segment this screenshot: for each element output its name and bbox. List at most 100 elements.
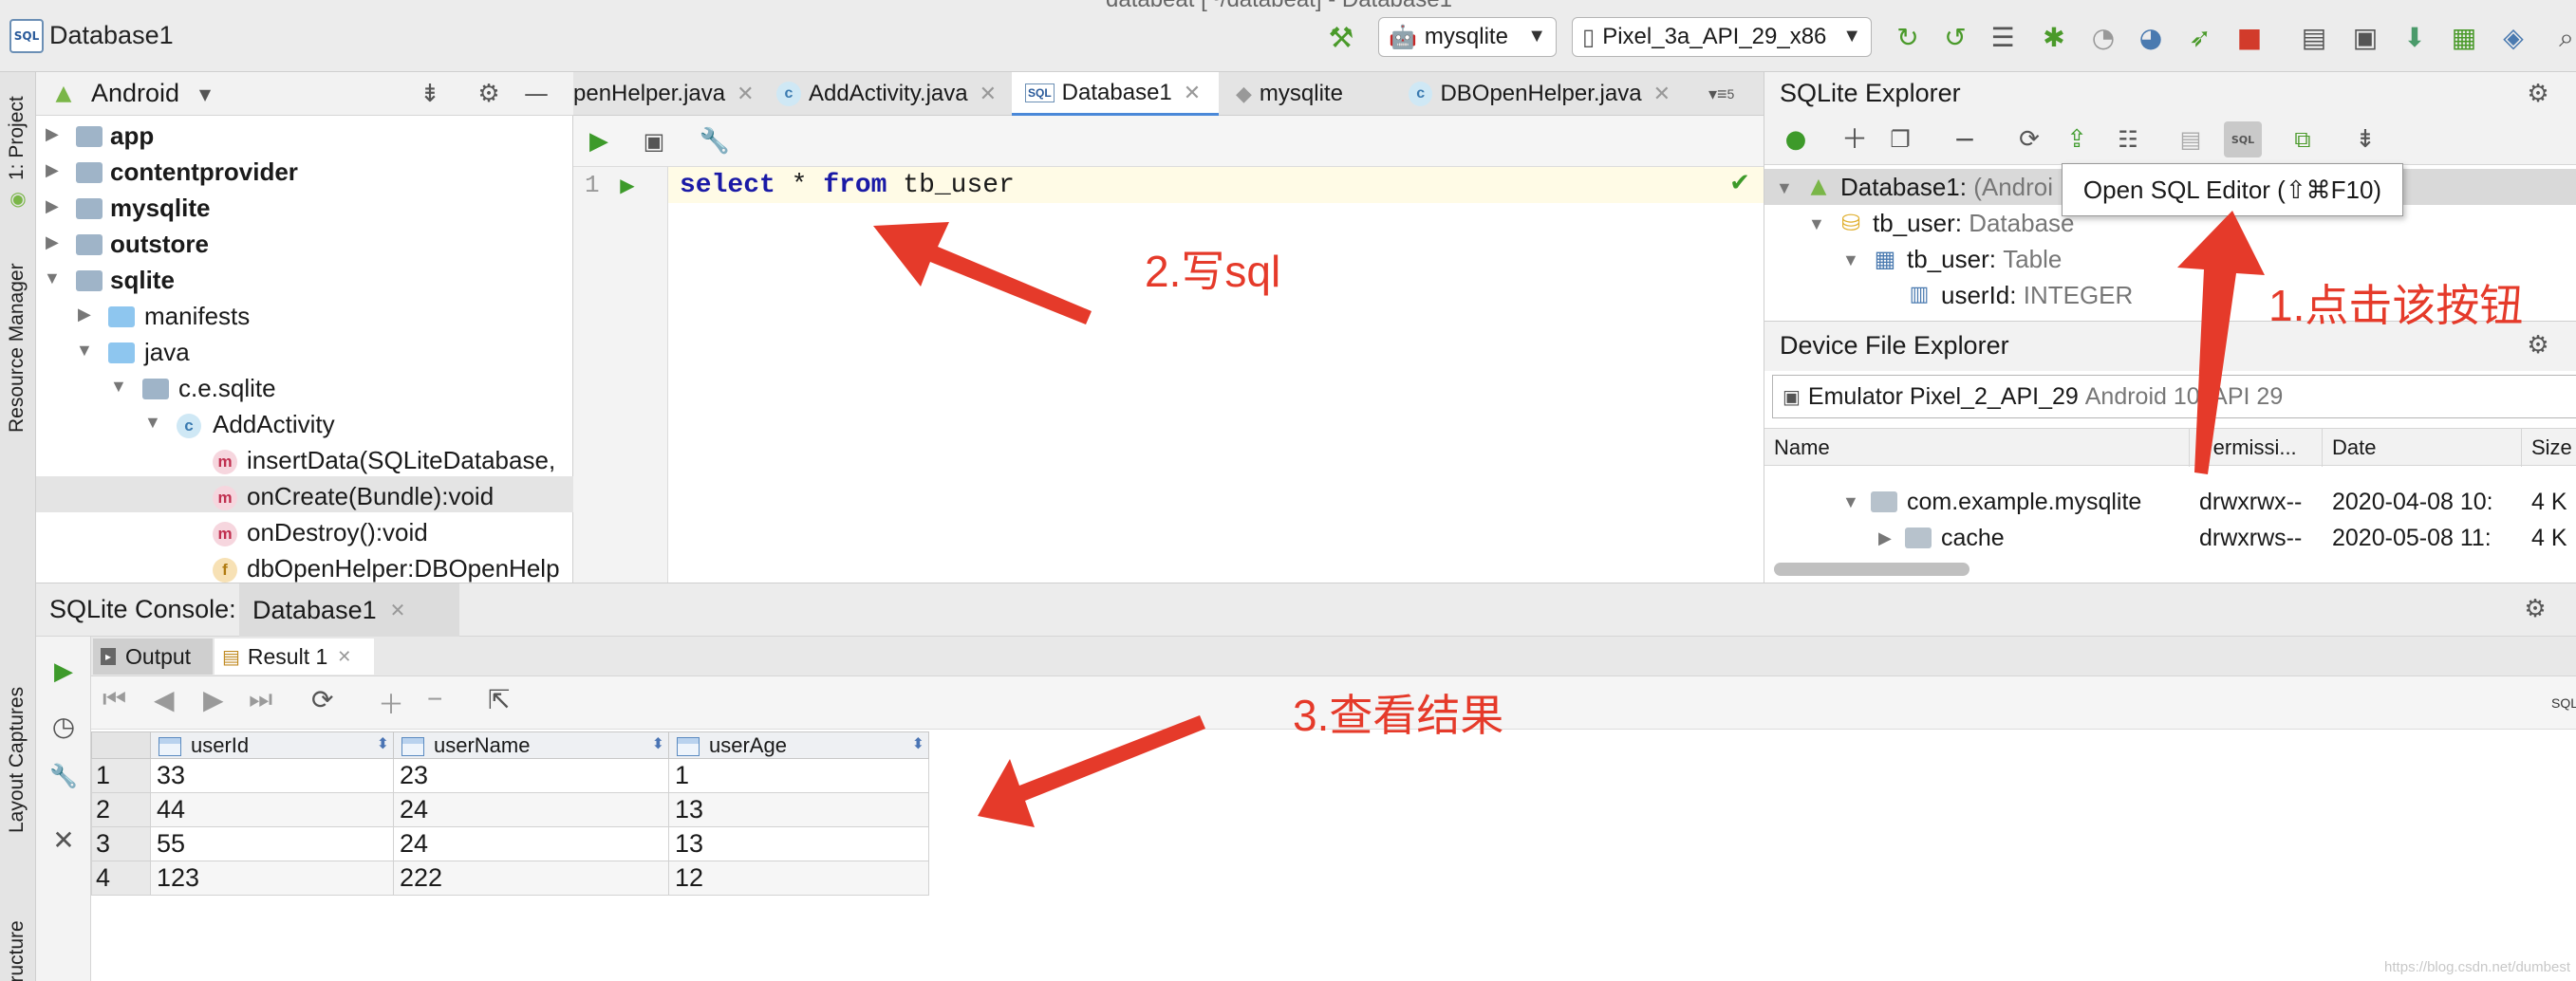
chevron-down-icon[interactable]: ▼ (144, 413, 161, 433)
close-icon[interactable]: ✕ (49, 826, 78, 855)
tree-item-contentprovider[interactable]: contentprovider (110, 154, 298, 190)
close-icon[interactable]: ✕ (337, 647, 351, 667)
refresh-icon[interactable]: ⟳ (2015, 125, 2044, 154)
file-table-row[interactable]: ▼ com.example.mysqlite drwxrwx-- 2020-04… (1764, 485, 2576, 519)
attach-debugger-icon[interactable]: ◔ (2086, 21, 2120, 55)
save-icon[interactable]: ▣ (640, 127, 668, 156)
console-db-tab[interactable]: Database1 ✕ (239, 583, 459, 637)
first-page-icon[interactable]: ⏮ (103, 684, 126, 715)
run-config-select[interactable]: 🤖 mysqlite ▼ (1378, 17, 1557, 57)
close-icon[interactable]: ✕ (390, 599, 406, 622)
apply-changes-icon[interactable]: ↻ (1891, 21, 1925, 55)
column-header-size[interactable]: Size (2522, 429, 2576, 467)
chevron-down-icon[interactable]: ▼ (76, 341, 93, 361)
column-header-userid[interactable]: userId ⬍ (150, 731, 394, 759)
gear-icon[interactable]: ⚙ (2521, 595, 2549, 623)
gear-icon[interactable]: ⚙ (475, 80, 503, 108)
chevron-right-icon[interactable]: ▶ (46, 196, 59, 216)
tab-overflow-menu[interactable]: ▾≡ 5 (1708, 72, 1762, 116)
cell-username[interactable]: 24 (393, 792, 669, 827)
next-page-icon[interactable]: ▶ (203, 684, 224, 715)
sdk-manager-icon[interactable]: ⬇ (2398, 21, 2432, 55)
collapse-all-icon[interactable]: ⇟ (416, 80, 444, 108)
column-header-date[interactable]: Date (2323, 429, 2522, 467)
column-header-username[interactable]: userName ⬍ (393, 731, 669, 759)
cell-userid[interactable]: 33 (150, 758, 394, 793)
project-tool-tab[interactable]: 1: Project (6, 96, 28, 180)
column-header-permissions[interactable]: Permissi... (2190, 429, 2323, 467)
build-hammer-icon[interactable]: ⚒ (1325, 23, 1357, 55)
chevron-down-icon[interactable]: ▼ (1776, 178, 1793, 198)
run-statement-icon[interactable]: ▶ (615, 173, 640, 197)
horizontal-scrollbar[interactable] (1774, 563, 1969, 576)
close-icon[interactable]: ✕ (980, 82, 997, 106)
sort-icon[interactable]: ⬍ (652, 734, 664, 753)
cell-username[interactable]: 24 (393, 826, 669, 861)
cell-userage[interactable]: 1 (668, 758, 929, 793)
device-select[interactable]: ▯ Pixel_3a_API_29_x86 ▼ (1572, 17, 1872, 57)
copy-icon[interactable]: ❐ (1886, 125, 1914, 154)
column-header-userage[interactable]: userAge ⬍ (668, 731, 929, 759)
table-row[interactable]: 4 123 222 12 (91, 861, 929, 896)
tree-item-userid-column[interactable]: userId: INTEGER (1941, 277, 2133, 313)
chevron-right-icon[interactable]: ▶ (46, 232, 59, 252)
search-icon[interactable]: ⌕ (2549, 21, 2576, 55)
cell-userage[interactable]: 13 (668, 792, 929, 827)
export-icon[interactable]: ⇱ (488, 684, 510, 715)
close-icon[interactable]: ✕ (1653, 82, 1671, 106)
tree-item-oncreate[interactable]: onCreate(Bundle):void (247, 478, 494, 514)
file-table-row[interactable]: ▶ cache drwxrws-- 2020-05-08 11: 4 K (1764, 521, 2576, 555)
chevron-down-icon[interactable]: ▼ (196, 85, 215, 104)
table-row[interactable]: 2 44 24 13 (91, 792, 929, 827)
tree-item-manifests[interactable]: manifests (144, 298, 250, 334)
device-manager-icon[interactable]: ▦ (2447, 21, 2481, 55)
coverage-icon[interactable]: ➶ (2183, 21, 2217, 55)
profiler-gauge-icon[interactable]: ◕ (2134, 21, 2168, 55)
chevron-down-icon[interactable]: ▼ (44, 268, 61, 288)
gear-icon[interactable]: ⚙ (2524, 331, 2552, 360)
cell-username[interactable]: 23 (393, 758, 669, 793)
cell-userid[interactable]: 123 (150, 861, 394, 896)
tree-item-app[interactable]: app (110, 118, 154, 154)
chevron-down-icon[interactable]: ▼ (1808, 214, 1825, 234)
add-row-icon[interactable]: ＋ (378, 684, 404, 722)
cell-userid[interactable]: 44 (150, 792, 394, 827)
device-select[interactable]: ▣ Emulator Pixel_2_API_29 Android 10, AP… (1772, 375, 2576, 418)
close-icon[interactable]: ✕ (737, 82, 754, 106)
chevron-right-icon[interactable]: ▶ (46, 160, 59, 180)
tree-item-package[interactable]: c.e.sqlite (178, 370, 276, 406)
cell-userid[interactable]: 55 (150, 826, 394, 861)
collapse-icon[interactable]: ⇟ (2351, 125, 2380, 154)
diagram-icon[interactable]: ⧉ (2288, 125, 2317, 154)
avd-manager-icon[interactable]: ▣ (2348, 21, 2382, 55)
gear-icon[interactable]: ⚙ (2524, 80, 2552, 108)
tree-item-tb-user-table[interactable]: tb_user: Table (1907, 241, 2062, 277)
remove-icon[interactable]: − (1951, 125, 1979, 154)
wrench-icon[interactable]: 🔧 (700, 127, 730, 156)
tree-item-mysqlite[interactable]: mysqlite (110, 190, 211, 226)
tab-dbopenhelper[interactable]: c DBOpenHelper.java ✕ (1395, 72, 1671, 116)
tree-item-dbopenhelper-field[interactable]: dbOpenHelper:DBOpenHelp (247, 550, 560, 586)
run-icon[interactable]: ▶ (49, 657, 78, 686)
tree-item-outstore[interactable]: outstore (110, 226, 209, 262)
close-icon[interactable]: ✕ (1184, 81, 1201, 105)
minimize-icon[interactable]: — (522, 80, 551, 108)
tree-item-database1[interactable]: Database1: (Androi (1840, 169, 2053, 205)
stop-icon[interactable]: ■ (2232, 21, 2267, 55)
run-icon[interactable]: ▶ (585, 127, 613, 156)
wrench-icon[interactable]: 🔧 (49, 762, 78, 790)
chevron-down-icon[interactable]: ▼ (110, 377, 127, 397)
table-row[interactable]: 3 55 24 13 (91, 826, 929, 861)
open-sql-editor-icon[interactable]: SQL (2224, 121, 2262, 157)
chevron-right-icon[interactable]: ▶ (46, 124, 59, 144)
sort-icon[interactable]: ⬍ (912, 734, 924, 753)
chevron-right-icon[interactable]: ▶ (78, 305, 91, 324)
last-page-icon[interactable]: ⏭ (249, 684, 272, 715)
connect-icon[interactable]: ● (1782, 125, 1810, 154)
table-editor-icon[interactable]: ▤ (2176, 125, 2205, 154)
table-row[interactable]: 1 33 23 1 (91, 758, 929, 793)
tree-item-tb-user-db[interactable]: tb_user: Database (1873, 205, 2075, 241)
resource-manager-tool-tab[interactable]: Resource Manager (6, 263, 28, 433)
project-view-select[interactable]: Android (91, 79, 179, 108)
tab-result-1[interactable]: ▤ Result 1 ✕ (215, 639, 374, 675)
